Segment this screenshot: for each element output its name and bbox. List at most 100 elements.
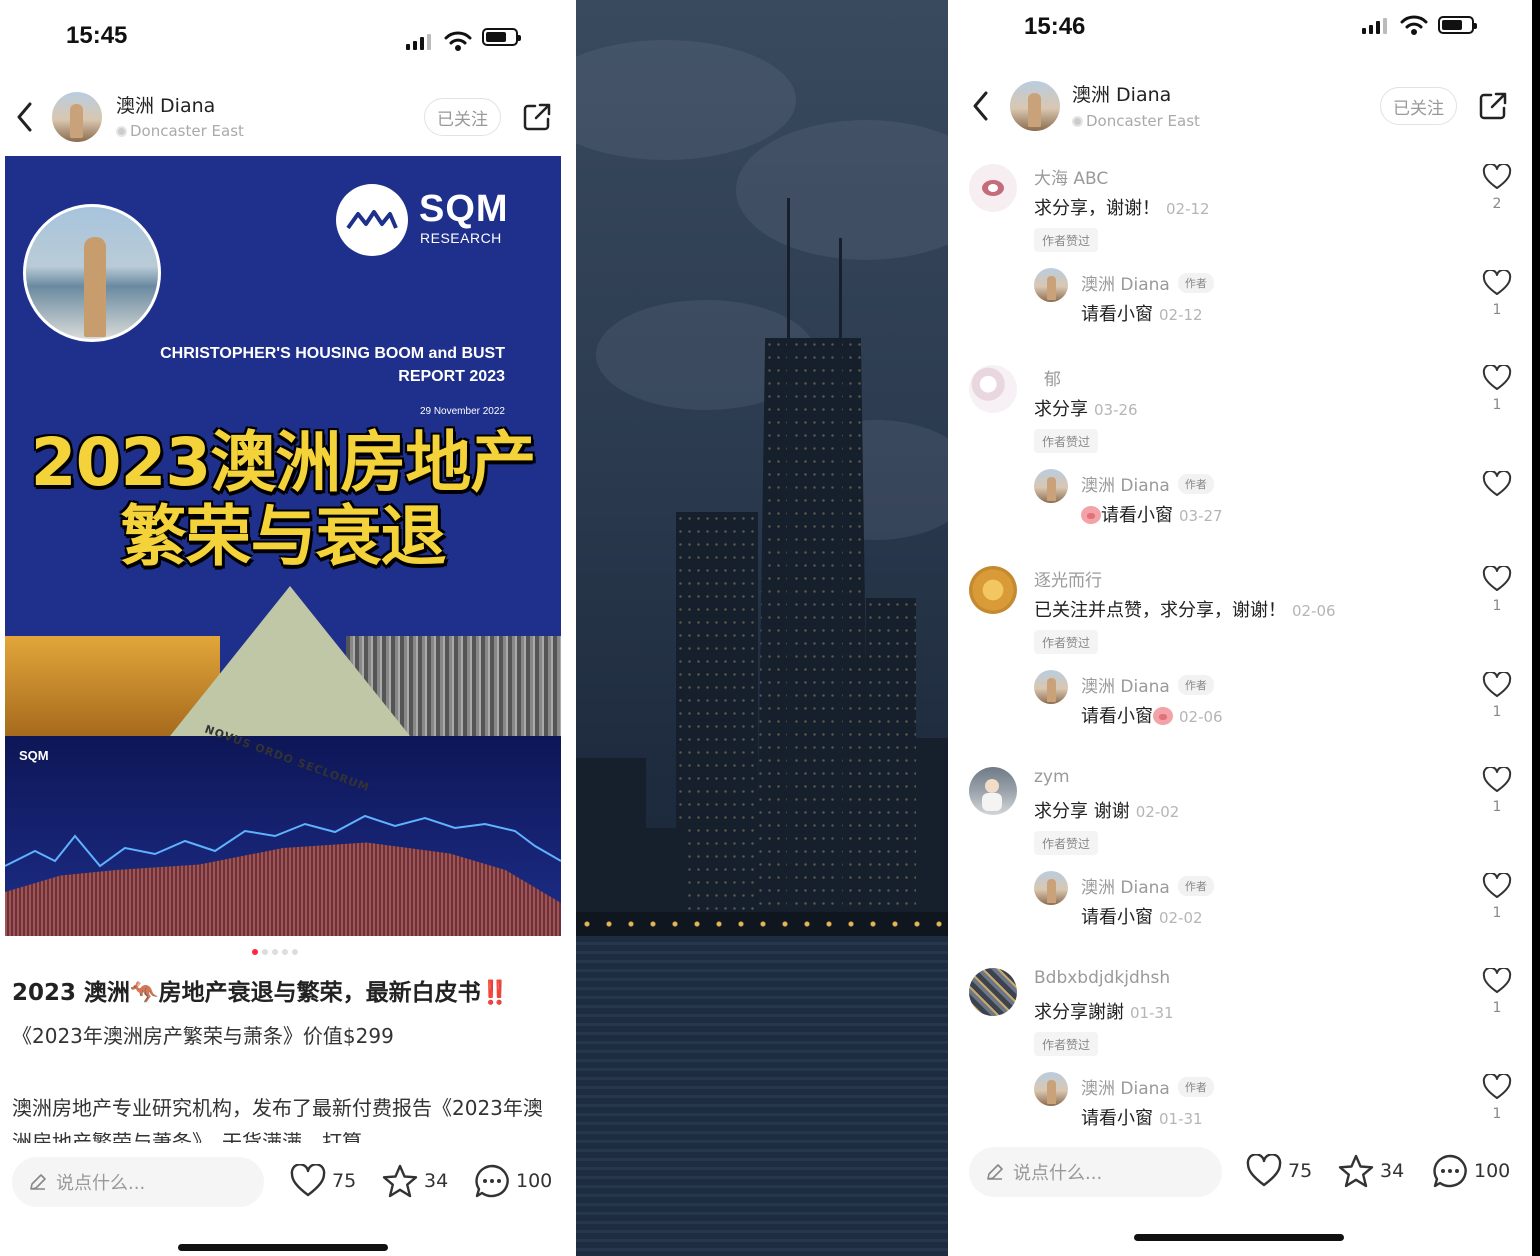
carousel-dot-5[interactable] [292, 949, 298, 955]
heart-icon[interactable] [1482, 873, 1512, 899]
location-icon [1072, 115, 1083, 127]
comment-like-count: 1 [1492, 1000, 1502, 1016]
battery-icon [1438, 16, 1477, 34]
sqm-logo-icon [336, 184, 408, 256]
reply-text[interactable]: 请看小窗 01-31 [1081, 1104, 1203, 1130]
collect-button[interactable]: 34 [382, 1164, 448, 1198]
chart-logo: SQM [19, 748, 49, 763]
comment-username[interactable]: 大海 ABC [1034, 164, 1108, 189]
liked-by-author-tag: 作者赞过 [1034, 228, 1099, 252]
carousel-dot-2[interactable] [262, 949, 268, 955]
reply-username[interactable]: 澳洲 Diana 作者 [1081, 672, 1214, 697]
comment-text[interactable]: 已关注并点赞，求分享，谢谢！ 02-06 [1034, 596, 1336, 622]
comment-avatar[interactable] [969, 566, 1017, 614]
post-body: 澳洲房地产专业研究机构，发布了最新付费报告《2023年澳洲房地产繁荣与萧条》，干… [12, 1096, 543, 1143]
reply-username[interactable]: 澳洲 Diana 作者 [1081, 873, 1214, 898]
liked-by-author-tag: 作者赞过 [1034, 831, 1099, 855]
heart-icon[interactable] [1482, 767, 1512, 793]
comment-like-count: 1 [1492, 598, 1502, 614]
author-tag: 作者 [1177, 674, 1214, 695]
collect-count: 34 [424, 1170, 449, 1192]
post-cover-image[interactable]: SQM RESEARCH CHRISTOPHER'S HOUSING BOOM … [5, 156, 561, 936]
reply-text[interactable]: 请看小窗 02-02 [1081, 903, 1203, 929]
heart-icon[interactable] [1482, 270, 1512, 296]
like-button[interactable]: 75 [1246, 1154, 1312, 1188]
carousel-dot-3[interactable] [272, 949, 278, 955]
comment-text[interactable]: 求分享 谢谢 02-02 [1034, 797, 1179, 823]
follow-button[interactable]: 已关注 [424, 98, 501, 136]
home-indicator[interactable] [178, 1244, 388, 1251]
comment-text[interactable]: 求分享 03-26 [1034, 395, 1138, 421]
comment-icon [475, 1164, 509, 1198]
cover-headline-line2: 繁荣与衰退 [120, 498, 447, 575]
comment-username[interactable]: Bdbxbdjdkjdhsh [1034, 968, 1170, 988]
comment-text[interactable]: 求分享謝謝 01-31 [1034, 998, 1174, 1024]
comment-count: 100 [1474, 1160, 1511, 1182]
reply-username[interactable]: 澳洲 Diana 作者 [1081, 471, 1214, 496]
author-tag: 作者 [1177, 272, 1214, 293]
share-icon[interactable] [1478, 91, 1508, 121]
pig-emoji-icon [1081, 506, 1101, 524]
comment-text[interactable]: 求分享，谢谢！ 02-12 [1034, 194, 1210, 220]
reply-text[interactable]: 请看小窗 02-06 [1081, 702, 1223, 728]
author-name[interactable]: 澳洲 Diana [1072, 80, 1171, 107]
pencil-icon [30, 1174, 46, 1190]
star-icon [382, 1164, 418, 1198]
comment-like-count: 1 [1492, 397, 1502, 413]
reply-avatar[interactable] [1034, 268, 1068, 302]
comment-username[interactable]: 郁 [1044, 365, 1061, 390]
like-count: 75 [1288, 1160, 1313, 1182]
carousel-dot-4[interactable] [282, 949, 288, 955]
comment-avatar[interactable] [969, 968, 1017, 1016]
comment-avatar[interactable] [969, 767, 1017, 815]
signal-icon [1362, 18, 1387, 34]
reply-avatar[interactable] [1034, 1072, 1068, 1106]
author-avatar[interactable] [1010, 81, 1060, 131]
reply-username[interactable]: 澳洲 Diana 作者 [1081, 270, 1214, 295]
reply-avatar[interactable] [1034, 469, 1068, 503]
collect-button[interactable]: 34 [1338, 1154, 1404, 1188]
back-icon[interactable] [14, 100, 36, 134]
heart-icon[interactable] [1482, 672, 1512, 698]
author-avatar[interactable] [52, 92, 102, 142]
reply-avatar[interactable] [1034, 670, 1068, 704]
bottom-action-bar: 说点什么... 75 34 100 [948, 1136, 1532, 1206]
reply-like-count: 1 [1492, 704, 1502, 720]
status-time: 15:46 [1024, 13, 1086, 40]
heart-icon[interactable] [1482, 968, 1512, 994]
comment-count: 100 [516, 1170, 553, 1192]
star-icon [1338, 1154, 1374, 1188]
heart-icon[interactable] [1482, 164, 1512, 190]
comment-button[interactable]: 100 [474, 1164, 552, 1198]
heart-icon[interactable] [1482, 566, 1512, 592]
reply-avatar[interactable] [1034, 871, 1068, 905]
heart-icon[interactable] [1482, 1074, 1512, 1100]
reply-username[interactable]: 澳洲 Diana 作者 [1081, 1074, 1214, 1099]
comment-avatar[interactable] [969, 164, 1017, 212]
comment-avatar[interactable] [969, 365, 1017, 413]
carousel-indicator [252, 949, 298, 955]
comment-username[interactable]: 逐光而行 [1034, 566, 1102, 591]
vacancy-chart-image [5, 736, 561, 936]
author-name[interactable]: 澳洲 Diana [116, 91, 215, 118]
left-phone-screen: 15:45 澳洲 Diana Doncaster East 已关注 SQM RE… [0, 0, 576, 1256]
like-button[interactable]: 75 [290, 1164, 356, 1198]
reply-text[interactable]: 请看小窗 02-12 [1081, 300, 1203, 326]
back-icon[interactable] [970, 89, 992, 123]
heart-icon[interactable] [1482, 365, 1512, 391]
cover-portrait [23, 204, 161, 342]
comment-input[interactable]: 说点什么... [12, 1157, 264, 1207]
liked-by-author-tag: 作者赞过 [1034, 429, 1099, 453]
comment-username[interactable]: zym [1034, 767, 1070, 787]
liked-by-author-tag: 作者赞过 [1034, 630, 1099, 654]
comment-input[interactable]: 说点什么... [969, 1147, 1222, 1197]
carousel-dot-1[interactable] [252, 949, 258, 955]
home-indicator[interactable] [1134, 1234, 1344, 1241]
heart-icon[interactable] [1482, 471, 1512, 497]
comment-icon [1433, 1154, 1467, 1188]
reply-text[interactable]: 请看小窗 03-27 [1081, 501, 1223, 527]
share-icon[interactable] [522, 102, 552, 132]
follow-button[interactable]: 已关注 [1380, 87, 1457, 125]
pencil-icon [987, 1164, 1003, 1180]
comment-button[interactable]: 100 [1432, 1154, 1510, 1188]
